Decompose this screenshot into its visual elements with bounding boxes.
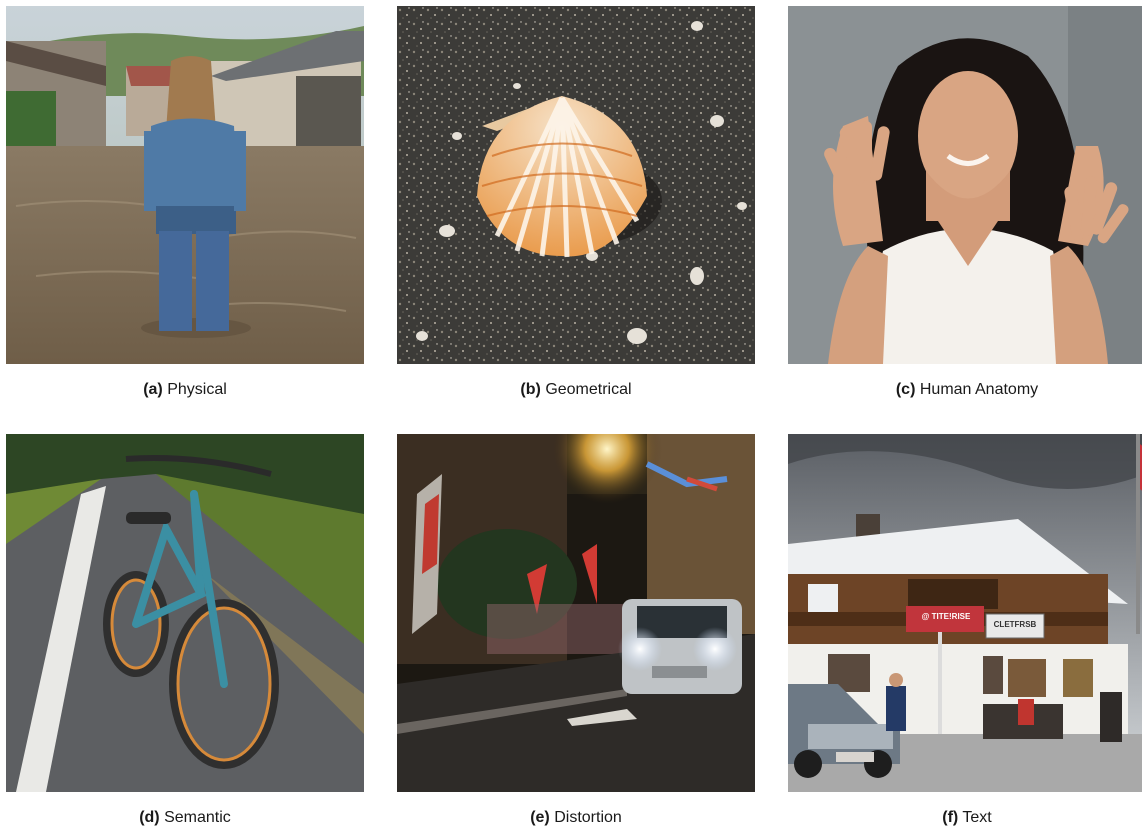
white-sign-text: CLETFRSB <box>993 620 1037 629</box>
panel-physical: (a) Physical <box>6 6 364 406</box>
caption-label: Human Anatomy <box>919 381 1039 398</box>
chalet-street-photo: @ TITE!RISE CLETFRSB <box>788 434 1142 792</box>
caption-semantic: (d) Semantic <box>6 808 364 828</box>
seashell-photo <box>397 6 755 364</box>
panel-distortion: (e) Distortion <box>397 434 755 830</box>
caption-letter: (f) <box>942 809 959 826</box>
caption-geometrical: (b) Geometrical <box>397 380 755 400</box>
caption-physical: (a) Physical <box>6 380 364 400</box>
caption-text: (f) Text <box>788 808 1142 828</box>
night-street-photo <box>397 434 755 792</box>
bicycle-road-photo <box>6 434 364 792</box>
caption-letter: (c) <box>895 381 916 398</box>
red-sign-text: @ TITE!RISE <box>921 612 971 621</box>
panel-human-anatomy: (c) Human Anatomy <box>788 6 1142 406</box>
flooded-street-photo <box>6 6 364 364</box>
caption-letter: (b) <box>520 381 541 398</box>
caption-label: Text <box>962 809 992 826</box>
caption-letter: (d) <box>139 809 160 826</box>
panel-geometrical: (b) Geometrical <box>397 6 755 406</box>
caption-letter: (a) <box>143 381 163 398</box>
caption-distortion: (e) Distortion <box>397 808 755 828</box>
caption-label: Geometrical <box>545 381 632 398</box>
caption-label: Physical <box>167 381 227 398</box>
caption-label: Semantic <box>164 809 231 826</box>
caption-label: Distortion <box>554 809 622 826</box>
caption-letter: (e) <box>530 809 550 826</box>
panel-semantic: (d) Semantic <box>6 434 364 830</box>
waving-woman-photo <box>788 6 1142 364</box>
caption-human-anatomy: (c) Human Anatomy <box>788 380 1142 400</box>
panel-text: @ TITE!RISE CLETFRSB (f) Text <box>788 434 1142 830</box>
